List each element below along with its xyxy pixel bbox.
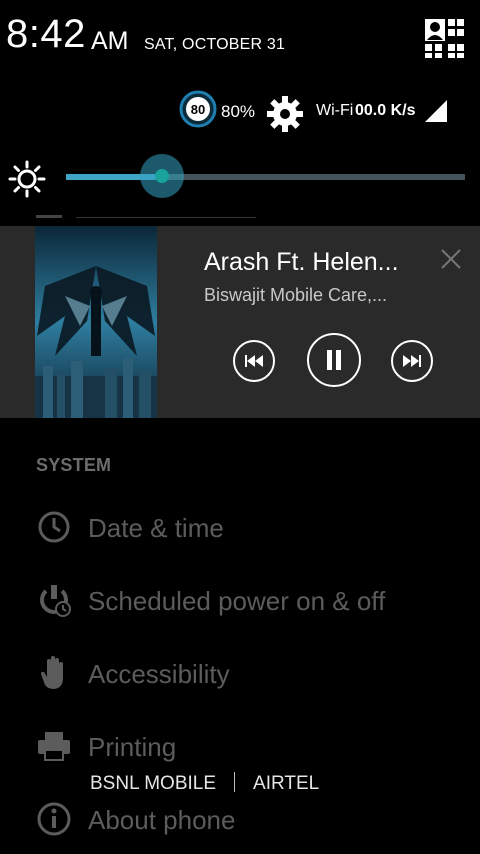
next-track-button[interactable] [391,340,433,382]
next-icon [403,355,421,367]
settings-item-about-phone[interactable]: About phone [88,805,235,836]
wifi-label: Wi-Fi [316,102,354,119]
carrier-separator [234,772,236,792]
gear-icon[interactable] [265,94,305,134]
brightness-sun-icon[interactable] [8,160,46,198]
hand-icon [36,655,72,691]
battery-circle-icon[interactable]: 80 [179,90,217,128]
carrier-label: BSNL MOBILE AIRTEL [90,772,319,795]
power-schedule-icon [36,582,72,618]
previous-icon [245,355,263,367]
clock-icon [36,509,72,545]
date-label[interactable]: SAT, OCTOBER 31 [144,36,285,54]
clock-time[interactable]: 8:42 [6,12,86,57]
clock-ampm: AM [91,27,129,55]
brightness-slider[interactable] [66,154,465,198]
previous-track-button[interactable] [233,340,275,382]
carrier-left: BSNL MOBILE [90,773,217,794]
settings-item-accessibility[interactable]: Accessibility [88,659,230,690]
pause-button[interactable] [307,333,361,387]
settings-item-date-time[interactable]: Date & time [88,513,224,544]
pause-icon [327,350,341,370]
signal-strength-icon [423,99,449,123]
wifi-speed: 00.0 K/s [355,102,416,119]
section-header-system: SYSTEM [36,455,112,475]
printer-icon [36,728,72,764]
song-title: Arash Ft. Helen... [204,248,399,276]
slider-thumb[interactable] [154,169,169,183]
user-profile-icon[interactable] [424,18,464,58]
settings-item-scheduled-power[interactable]: Scheduled power on & off [88,586,385,617]
album-art-image[interactable] [35,226,157,418]
battery-percent: 80% [221,102,256,121]
media-notification[interactable]: Arash Ft. Helen... Biswajit Mobile Care,… [0,226,480,418]
song-artist: Biswajit Mobile Care,... [204,285,388,305]
carrier-right: AIRTEL [253,773,320,794]
hidden-row-peek [36,208,266,218]
close-icon[interactable] [440,248,462,270]
settings-item-printing[interactable]: Printing [88,732,176,763]
battery-badge-text: 80 [191,102,205,117]
info-icon [36,801,72,837]
